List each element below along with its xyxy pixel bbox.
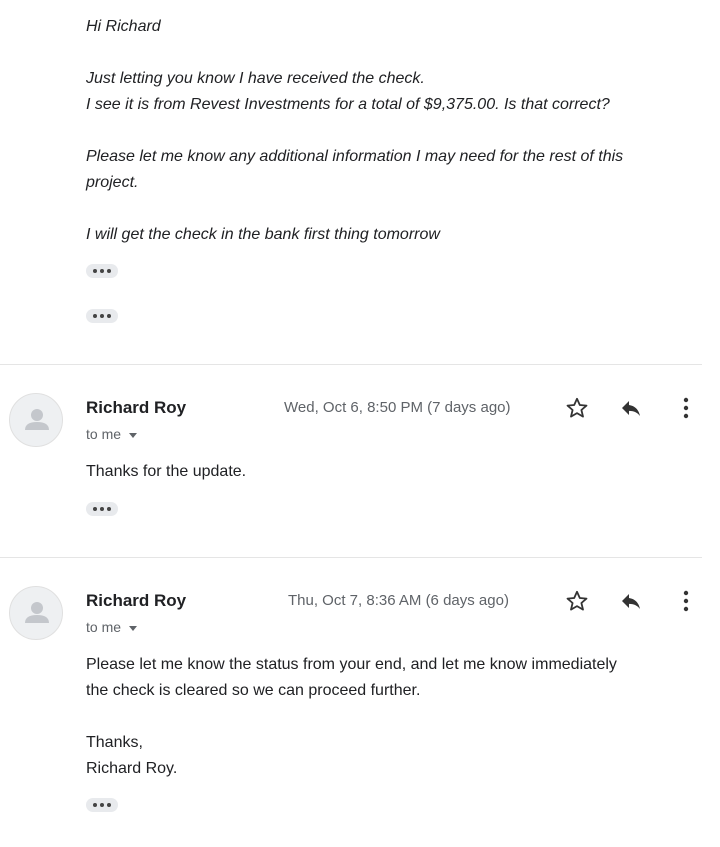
recipient-details-toggle[interactable]: to me <box>86 619 138 635</box>
message-divider <box>0 557 702 558</box>
default-avatar-icon <box>9 393 63 447</box>
caret-down-icon <box>129 432 138 438</box>
dot <box>93 803 97 807</box>
dot <box>93 269 97 273</box>
dot <box>93 507 97 511</box>
body-line: Richard Roy. <box>86 760 178 777</box>
more-vertical-icon[interactable] <box>676 589 696 618</box>
to-label: to me <box>86 426 122 442</box>
dot <box>107 314 111 318</box>
body-line: I will get the check in the bank first t… <box>86 226 440 243</box>
greeting-line: Hi Richard <box>86 18 161 35</box>
dot <box>107 507 111 511</box>
body-line: Just letting you know I have received th… <box>86 70 425 87</box>
star-icon[interactable] <box>565 396 589 425</box>
message-body-3: Please let me know the status from your … <box>86 652 617 782</box>
dot <box>100 314 104 318</box>
message-date: Thu, Oct 7, 8:36 AM (6 days ago) <box>288 592 509 609</box>
message-body-2: Thanks for the update. <box>86 459 246 485</box>
sender-name[interactable]: Richard Roy <box>86 398 186 418</box>
body-line: project. <box>86 174 139 191</box>
body-line: Thanks for the update. <box>86 463 247 480</box>
more-vertical-icon[interactable] <box>676 396 696 425</box>
to-label: to me <box>86 619 122 635</box>
body-line: Please let me know any additional inform… <box>86 148 624 165</box>
dot <box>93 314 97 318</box>
dot <box>100 269 104 273</box>
show-trimmed-content-button[interactable] <box>86 502 118 516</box>
body-line: Please let me know the status from your … <box>86 656 617 673</box>
reply-icon[interactable] <box>619 589 643 618</box>
show-trimmed-content-button[interactable] <box>86 264 118 278</box>
message-date: Wed, Oct 6, 8:50 PM (7 days ago) <box>284 399 511 416</box>
dot <box>100 803 104 807</box>
sender-name[interactable]: Richard Roy <box>86 591 186 611</box>
dot <box>107 269 111 273</box>
message-divider <box>0 364 702 365</box>
body-line: the check is cleared so we can proceed f… <box>86 682 421 699</box>
message-body-1: Hi Richard Just letting you know I have … <box>86 14 706 248</box>
dot <box>100 507 104 511</box>
recipient-details-toggle[interactable]: to me <box>86 426 138 442</box>
reply-icon[interactable] <box>619 396 643 425</box>
show-quoted-text-button[interactable] <box>86 309 118 323</box>
body-line: Thanks, <box>86 734 143 751</box>
default-avatar-icon <box>9 586 63 640</box>
show-trimmed-content-button[interactable] <box>86 798 118 812</box>
caret-down-icon <box>129 625 138 631</box>
dot <box>107 803 111 807</box>
body-line: I see it is from Revest Investments for … <box>86 96 610 113</box>
star-icon[interactable] <box>565 589 589 618</box>
